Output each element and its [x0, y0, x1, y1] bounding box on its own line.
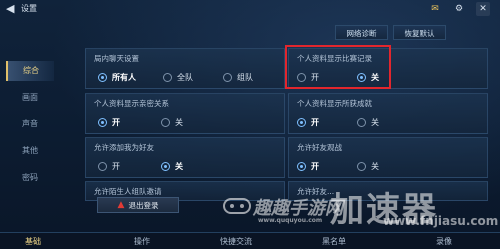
radio-icon [357, 117, 366, 127]
setting-card-achievements: 个人资料显示所获成就 开 关 [288, 93, 488, 134]
option-everyone[interactable]: 所有人 [98, 71, 136, 83]
setting-title: 个人资料显示比赛记录 [297, 54, 372, 63]
setting-title: 允许好友... [297, 187, 335, 196]
back-arrow-icon[interactable]: ◀ [6, 3, 18, 15]
setting-title: 个人资料显示亲密关系 [94, 99, 169, 108]
sidebar-item-password[interactable]: 密码 [6, 168, 54, 188]
tab-controls[interactable]: 操作 [134, 236, 150, 247]
page-title: 设置 [21, 4, 37, 13]
tab-quick-chat[interactable]: 快捷交流 [220, 236, 252, 247]
tab-replay[interactable]: 录像 [436, 236, 452, 247]
mail-icon[interactable]: ✉ [428, 2, 442, 16]
option-off[interactable]: 关 [357, 71, 379, 83]
option-on[interactable]: 开 [98, 160, 120, 172]
radio-selected-icon [98, 72, 107, 82]
sidebar: 综合 画面 声音 其他 密码 [0, 56, 60, 226]
setting-title: 局内聊天设置 [94, 54, 139, 63]
option-off[interactable]: 关 [161, 160, 183, 172]
tab-basic[interactable]: 基础 [25, 236, 41, 247]
tab-blacklist[interactable]: 黑名单 [322, 236, 346, 247]
settings-icon[interactable]: ⚙ [452, 2, 466, 16]
setting-card-intimacy: 个人资料显示亲密关系 开 关 [85, 93, 285, 134]
option-group[interactable]: 组队 [223, 71, 253, 83]
option-on[interactable]: 开 [297, 160, 319, 172]
radio-selected-icon [357, 72, 366, 82]
radio-selected-icon [161, 161, 170, 171]
radio-icon [297, 72, 306, 82]
setting-card-spectate: 允许好友观战 开 关 [288, 137, 488, 178]
option-on[interactable]: 开 [297, 116, 319, 128]
option-off[interactable]: 关 [357, 116, 379, 128]
sidebar-item-graphics[interactable]: 画面 [6, 88, 54, 108]
option-on[interactable]: 开 [297, 71, 319, 83]
radio-icon [223, 72, 232, 82]
setting-title: 允许添加我为好友 [94, 143, 154, 152]
network-diagnosis-button[interactable]: 网络诊断 [335, 25, 388, 40]
setting-title: 允许好友观战 [297, 143, 342, 152]
radio-selected-icon [297, 161, 306, 171]
logout-button[interactable]: ▲ 退出登录 [97, 197, 179, 213]
radio-icon [161, 117, 170, 127]
close-icon[interactable]: ✕ [476, 2, 490, 16]
radio-icon [163, 72, 172, 82]
radio-icon [357, 161, 366, 171]
warning-icon: ▲ [117, 200, 125, 210]
gamepad-logo-icon [223, 198, 251, 214]
radio-selected-icon [98, 117, 107, 127]
setting-title: 允许陌生人组队邀请 [94, 187, 162, 196]
logout-label: 退出登录 [128, 200, 159, 210]
radio-icon [98, 161, 107, 171]
bottom-nav: 基础 操作 快捷交流 黑名单 录像 [0, 232, 500, 249]
option-team[interactable]: 全队 [163, 71, 193, 83]
option-off[interactable]: 关 [357, 160, 379, 172]
restore-default-button[interactable]: 恢复默认 [393, 25, 446, 40]
sidebar-item-general[interactable]: 综合 [6, 61, 54, 81]
radio-selected-icon [297, 117, 306, 127]
setting-card-match-record: 个人资料显示比赛记录 开 关 [288, 48, 488, 89]
header: ◀ 设置 ✉ ⚙ ✕ [0, 0, 500, 18]
sidebar-item-sound[interactable]: 声音 [6, 114, 54, 134]
sidebar-item-other[interactable]: 其他 [6, 141, 54, 161]
option-on[interactable]: 开 [98, 116, 120, 128]
setting-title: 个人资料显示所获成就 [297, 99, 372, 108]
setting-card-friend-extra: 允许好友... [288, 181, 488, 201]
option-off[interactable]: 关 [161, 116, 183, 128]
setting-card-chat: 局内聊天设置 所有人 全队 组队 [85, 48, 285, 89]
setting-card-add-friend: 允许添加我为好友 开 关 [85, 137, 285, 178]
